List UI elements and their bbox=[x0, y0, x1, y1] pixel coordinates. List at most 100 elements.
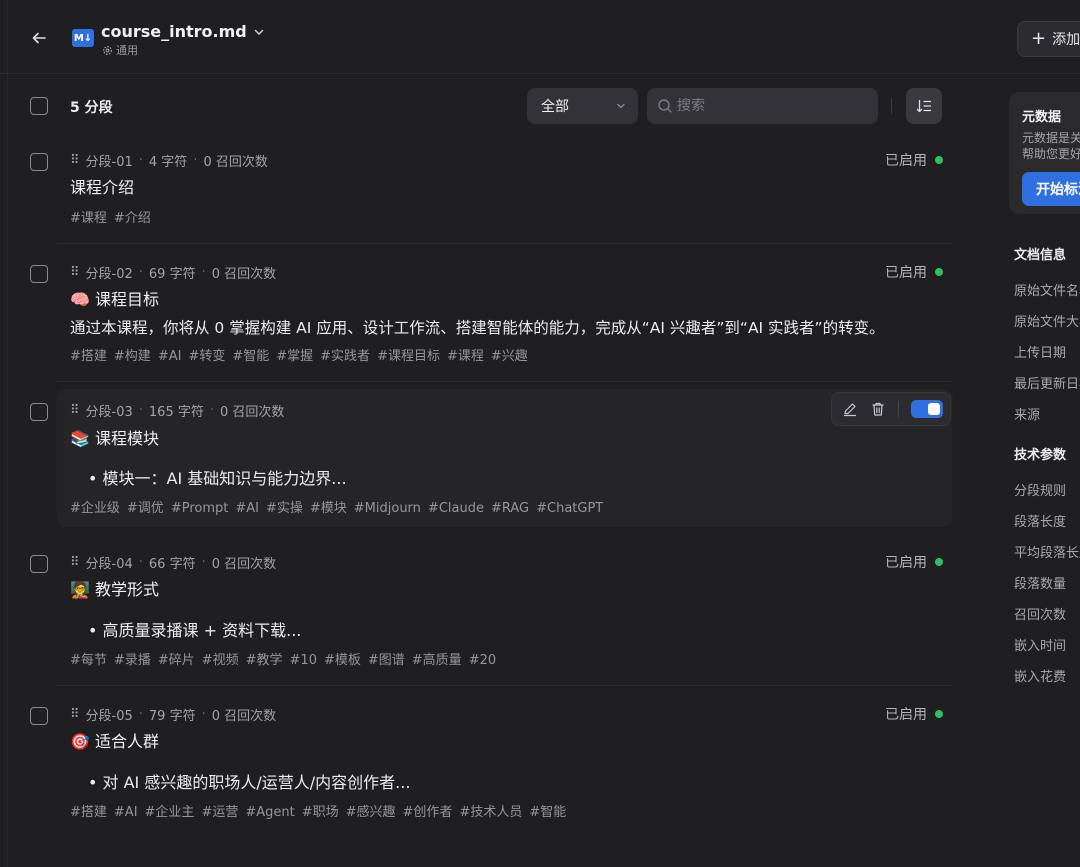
tag: #兴趣 bbox=[490, 349, 528, 364]
tag: #录播 bbox=[113, 653, 151, 668]
segment-checkbox[interactable] bbox=[30, 403, 48, 421]
tech-param-item: 段落数量 bbox=[1014, 577, 1067, 592]
segment-checkbox[interactable] bbox=[30, 153, 48, 171]
segment-count: 5 分段 bbox=[70, 100, 113, 116]
grid-icon: ⠿ bbox=[70, 403, 80, 418]
tag: #智能 bbox=[529, 805, 567, 820]
segment-card[interactable]: ⠿ 分段-01 · 4 字符 · 0 召回次数 已启用 课程介绍 #课程 #介绍 bbox=[30, 143, 953, 244]
tag: #视频 bbox=[201, 653, 239, 668]
enable-toggle[interactable] bbox=[911, 400, 943, 418]
markdown-file-icon: M↓ bbox=[72, 29, 94, 47]
tech-param-item: 分段规则 bbox=[1014, 484, 1067, 499]
tag: #Prompt bbox=[170, 501, 229, 516]
tag: #转变 bbox=[188, 349, 226, 364]
segment-title: 🧠 课程目标 bbox=[70, 290, 160, 309]
segment-chars: 69 字符 bbox=[148, 267, 196, 282]
tag: #10 bbox=[289, 653, 317, 668]
search-icon bbox=[658, 99, 672, 113]
tag: #图谱 bbox=[367, 653, 405, 668]
segment-status: 已启用 bbox=[885, 552, 943, 572]
segment-id: 分段-04 bbox=[85, 557, 133, 572]
tag: #教学 bbox=[245, 653, 283, 668]
segment-body: 通过本课程，你将从 0 掌握构建 AI 应用、设计工作流、搭建智能体的能力，完成… bbox=[70, 319, 885, 337]
segment-tags: #搭建 #AI #企业主 #运营 #Agent #职场 #感兴趣 #创作者 #技术人员 #智能 bbox=[70, 801, 573, 820]
segment-checkbox[interactable] bbox=[30, 265, 48, 283]
segment-id: 分段-05 bbox=[85, 709, 133, 724]
segment-chars: 165 字符 bbox=[148, 405, 204, 420]
tag: #企业级 bbox=[70, 501, 120, 516]
segment-checkbox[interactable] bbox=[30, 707, 48, 725]
segment-body: • 模块一：AI 基础知识与能力边界... bbox=[88, 469, 347, 488]
enabled-indicator bbox=[935, 710, 943, 718]
segment-status: 已启用 bbox=[885, 150, 943, 170]
tag: #高质量 bbox=[411, 653, 462, 668]
tag: #AI bbox=[157, 349, 182, 364]
tag: #实践者 bbox=[320, 349, 371, 364]
segment-card[interactable]: ⠿ 分段-03 · 165 字符 · 0 召回次数 📚 课程模块 • 模块一：A… bbox=[30, 389, 953, 527]
header: M↓ course_intro.md 通用 + 添加 bbox=[0, 0, 1080, 74]
file-name-dropdown[interactable]: course_intro.md bbox=[101, 22, 265, 41]
tag: #职场 bbox=[301, 805, 339, 820]
tech-param-item: 召回次数 bbox=[1014, 608, 1067, 623]
status-label: 已启用 bbox=[885, 265, 927, 281]
segment-tags: #搭建 #构建 #AI #转变 #智能 #掌握 #实践者 #课程目标 #课程 #兴趣 bbox=[70, 345, 535, 364]
tag: #每节 bbox=[70, 653, 107, 668]
segment-card[interactable]: ⠿ 分段-05 · 79 字符 · 0 召回次数 已启用 🎯 适合人群 • 对 … bbox=[30, 697, 953, 838]
search-input[interactable] bbox=[677, 98, 867, 114]
metadata-card: 元数据 元数据是关于文档的数据，可帮助您更好地组织和检索 开始标注 bbox=[1009, 92, 1080, 214]
toolbar-divider bbox=[891, 98, 892, 114]
tag: #碎片 bbox=[157, 653, 195, 668]
segment-recalls: 0 召回次数 bbox=[220, 405, 285, 420]
status-label: 已启用 bbox=[885, 153, 927, 169]
category-label: 通用 bbox=[116, 44, 138, 57]
tag: #企业主 bbox=[144, 805, 195, 820]
search-box bbox=[647, 88, 878, 124]
edit-icon[interactable] bbox=[842, 401, 858, 417]
tag: #模块 bbox=[309, 501, 347, 516]
grid-icon: ⠿ bbox=[70, 707, 80, 722]
select-all-checkbox[interactable] bbox=[30, 97, 48, 115]
segment-title: 课程介绍 bbox=[70, 178, 135, 197]
tag: #课程目标 bbox=[377, 349, 440, 364]
grid-icon: ⠿ bbox=[70, 153, 80, 168]
segment-recalls: 0 召回次数 bbox=[211, 557, 277, 572]
tag: #调优 bbox=[126, 501, 164, 516]
doc-info-item: 原始文件大小 bbox=[1014, 315, 1080, 330]
plus-icon: + bbox=[1031, 28, 1047, 49]
segment-id: 分段-03 bbox=[85, 405, 133, 420]
tag: #搭建 bbox=[70, 805, 107, 820]
segment-meta: ⠿ 分段-03 · 165 字符 · 0 召回次数 bbox=[70, 403, 285, 420]
segment-checkbox[interactable] bbox=[30, 555, 48, 573]
trash-icon[interactable] bbox=[870, 401, 886, 417]
tag: #课程 bbox=[446, 349, 484, 364]
tech-param-item: 嵌入花费 bbox=[1014, 670, 1067, 685]
grid-icon: ⠿ bbox=[70, 265, 80, 280]
doc-info-item: 来源 bbox=[1014, 408, 1041, 423]
tech-params-title: 技术参数 bbox=[1014, 448, 1067, 463]
document-segments-page: M↓ course_intro.md 通用 + 添加 5 分段 全部 搜索 ⠿ … bbox=[0, 0, 1080, 867]
add-button[interactable]: + 添加 bbox=[1017, 21, 1080, 57]
segment-tags: #课程 #介绍 bbox=[70, 207, 158, 226]
gear-icon bbox=[103, 45, 112, 55]
status-filter-select[interactable]: 全部 bbox=[527, 88, 638, 124]
tech-param-item: 段落长度 bbox=[1014, 515, 1067, 530]
back-button[interactable] bbox=[27, 26, 51, 50]
sort-button[interactable] bbox=[906, 88, 942, 124]
segment-card[interactable]: ⠿ 分段-04 · 66 字符 · 0 召回次数 已启用 🧑‍🏫 教学形式 • … bbox=[30, 545, 953, 686]
segment-card[interactable]: ⠿ 分段-02 · 69 字符 · 0 召回次数 已启用 🧠 课程目标 通过本课… bbox=[30, 255, 953, 382]
add-button-label: 添加 bbox=[1052, 32, 1080, 48]
tag: #AI bbox=[235, 501, 259, 516]
start-labeling-button[interactable]: 开始标注 bbox=[1022, 172, 1080, 206]
segment-status: 已启用 bbox=[885, 262, 943, 282]
segment-body: • 对 AI 感兴趣的职场人/运营人/内容创作者... bbox=[88, 773, 411, 792]
segment-meta: ⠿ 分段-04 · 66 字符 · 0 召回次数 bbox=[70, 555, 277, 572]
segment-meta: ⠿ 分段-05 · 79 字符 · 0 召回次数 bbox=[70, 707, 277, 724]
enabled-indicator bbox=[935, 558, 943, 566]
segment-recalls: 0 召回次数 bbox=[211, 709, 277, 724]
segment-recalls: 0 召回次数 bbox=[203, 155, 268, 170]
metadata-title: 元数据 bbox=[1022, 110, 1062, 125]
tag: #运营 bbox=[201, 805, 239, 820]
tag: #搭建 bbox=[70, 349, 107, 364]
segment-title: 🧑‍🏫 教学形式 bbox=[70, 580, 160, 599]
left-edge-divider bbox=[7, 0, 8, 867]
